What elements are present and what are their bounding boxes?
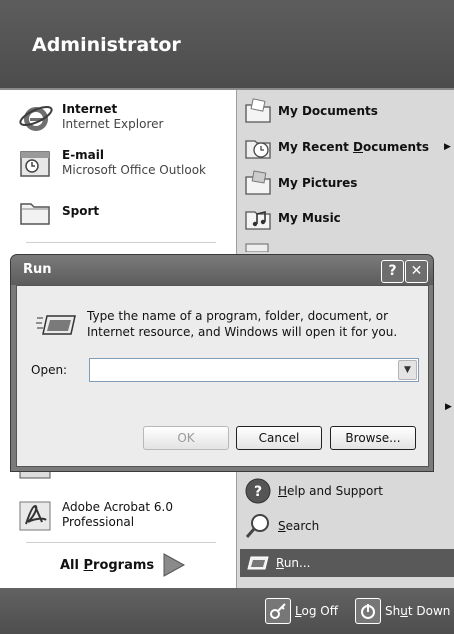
right-item-my-music[interactable]: My Music: [244, 204, 450, 234]
label-accel: u: [400, 604, 408, 618]
right-item-label: My Pictures: [278, 176, 357, 190]
outlook-icon: [20, 151, 50, 177]
my-pictures-icon: [245, 170, 271, 195]
label-pre: My Music: [278, 211, 341, 225]
all-programs-separator: [26, 542, 216, 543]
label-post: ocuments: [363, 140, 429, 154]
label-accel: H: [278, 484, 288, 498]
shut-down-label: Shut Down: [385, 604, 450, 618]
right-item-label: My Recent Documents: [278, 140, 429, 154]
submenu-arrow-icon: ▶: [444, 142, 451, 152]
run-dialog-body: Type the name of a program, folder, docu…: [16, 285, 429, 467]
start-menu: Administrator Internet Internet Explorer…: [0, 0, 454, 634]
start-menu-footer: Log Off Shut Down: [0, 588, 454, 634]
help-icon: ?: [245, 478, 271, 504]
label-pre: Sh: [385, 604, 401, 618]
user-name: Administrator: [32, 34, 181, 56]
folder-icon: [20, 203, 50, 225]
my-documents-icon: [245, 98, 271, 123]
right-item-label: Help and Support: [278, 484, 383, 498]
label-accel: D: [353, 140, 363, 154]
close-button[interactable]: ✕: [405, 260, 428, 283]
open-input[interactable]: [94, 360, 388, 380]
log-off-label: Log Off: [295, 604, 338, 618]
run-dialog-title: Run: [23, 262, 52, 277]
help-button[interactable]: ?: [381, 260, 404, 283]
right-item-help-and-support[interactable]: ? Help and Support: [244, 477, 450, 507]
right-item-search[interactable]: Search: [244, 512, 450, 542]
run-icon: [36, 315, 76, 335]
acrobat-icon: [19, 501, 51, 531]
right-item-label: Run...: [276, 556, 310, 570]
right-item-my-documents[interactable]: My Documents: [244, 97, 450, 127]
open-label: Open:: [31, 363, 68, 377]
svg-text:?: ?: [254, 484, 262, 500]
recent-documents-icon: [245, 140, 271, 159]
search-icon: [245, 514, 269, 538]
run-dialog-message: Type the name of a program, folder, docu…: [87, 309, 398, 339]
pinned-item-sport[interactable]: Sport: [18, 192, 228, 232]
label-accel: S: [278, 519, 286, 533]
label-post: un...: [283, 556, 311, 570]
partial-my-computer-icon: [245, 243, 269, 252]
label-accel: R: [276, 556, 284, 570]
all-programs-label-post: rograms: [93, 558, 155, 573]
right-item-label: My Music: [278, 211, 341, 225]
label-post: elp and Support: [287, 484, 384, 498]
all-programs-label-pre: All: [60, 558, 84, 573]
my-music-icon: [245, 210, 271, 230]
label-post: og Off: [301, 604, 338, 618]
recent-item-acrobat[interactable]: Adobe Acrobat 6.0 Professional: [18, 496, 228, 536]
pinned-title: Sport: [62, 204, 100, 218]
label-pre: My Pictures: [278, 176, 358, 190]
all-programs-arrow-icon[interactable]: [160, 552, 186, 578]
all-programs-button[interactable]: All Programs: [60, 558, 154, 573]
label-post: t Down: [407, 604, 451, 618]
label-pre: My Documents: [278, 104, 378, 118]
label-post: earch: [285, 519, 320, 533]
run-icon: [247, 556, 269, 570]
pinned-subtitle: Microsoft Office Outlook: [62, 163, 206, 177]
recent-subtitle: Professional: [62, 515, 135, 529]
start-menu-header: Administrator: [0, 0, 454, 90]
run-dialog: Run ? ✕ Type the name of a program, fold…: [10, 254, 434, 472]
right-item-label: My Documents: [278, 104, 378, 118]
all-programs-label-accel: P: [83, 558, 94, 573]
right-item-my-pictures[interactable]: My Pictures: [244, 169, 450, 199]
pinned-subtitle: Internet Explorer: [62, 117, 164, 131]
browse-button[interactable]: Browse...: [330, 426, 416, 450]
open-combobox[interactable]: ▼: [89, 358, 419, 382]
ok-button[interactable]: OK: [143, 426, 229, 450]
power-icon: [355, 598, 381, 624]
pinned-title: Internet: [62, 102, 118, 116]
pinned-separator: [26, 242, 216, 243]
pinned-item-email[interactable]: E-mail Microsoft Office Outlook: [18, 144, 228, 184]
pinned-title: E-mail: [62, 148, 105, 162]
chevron-down-icon[interactable]: ▼: [398, 360, 417, 380]
right-item-my-recent-documents[interactable]: My Recent Documents ▶: [244, 133, 451, 163]
label-pre: My Recent: [278, 140, 354, 154]
key-icon: [265, 598, 291, 624]
internet-explorer-icon: [19, 105, 53, 131]
right-item-run[interactable]: Run...: [240, 549, 454, 577]
pinned-item-internet[interactable]: Internet Internet Explorer: [18, 98, 228, 138]
run-dialog-titlebar[interactable]: Run ? ✕: [11, 255, 433, 285]
recent-title: Adobe Acrobat 6.0: [62, 500, 173, 514]
submenu-arrow-icon: ▶: [445, 402, 452, 412]
right-item-label: Search: [278, 519, 319, 533]
cancel-button[interactable]: Cancel: [236, 426, 322, 450]
